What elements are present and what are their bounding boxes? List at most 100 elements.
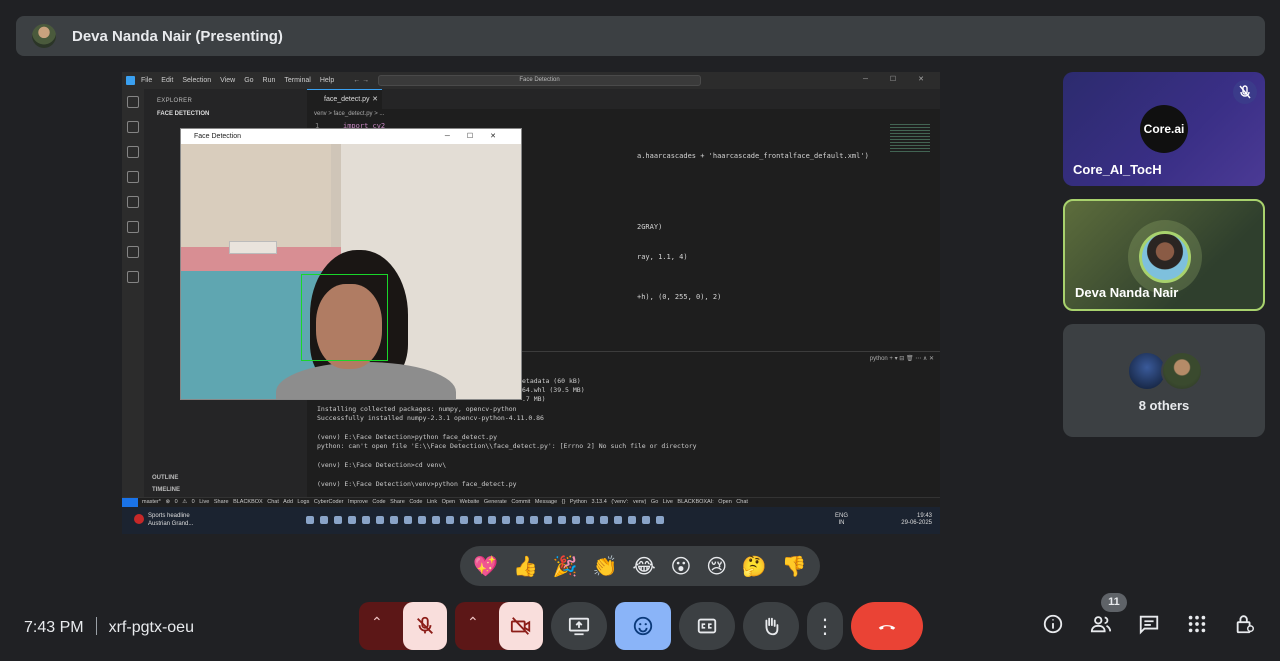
participant-tile-core-ai[interactable]: Core.ai Core_AI_TocH — [1063, 72, 1265, 186]
emoji-button[interactable] — [615, 602, 671, 650]
mic-toggle-button[interactable] — [403, 602, 447, 650]
meeting-code: xrf-pgtx-oeu — [108, 619, 194, 636]
camera-toggle-button[interactable] — [499, 602, 543, 650]
activity-bar — [122, 89, 144, 497]
window-controls-icon: ─☐✕ — [444, 133, 513, 140]
status-items: master* ⊗ 0 ⚠ 0 Live Share BLACKBOX Chat… — [142, 499, 748, 505]
activities-button[interactable] — [1185, 613, 1209, 637]
explorer-title: EXPLORER — [157, 98, 193, 104]
reaction-laugh[interactable]: 😂 — [632, 554, 655, 578]
code-line: +h), (0, 255, 0), 2) — [637, 293, 722, 301]
more-icon: ⋮ — [815, 614, 835, 638]
camera-options-button[interactable]: ⌃ — [467, 614, 479, 631]
terminal-label: python — [869, 356, 888, 362]
lock-person-icon — [1236, 615, 1254, 634]
menu-file: File — [141, 77, 153, 84]
menu-view: View — [220, 77, 236, 84]
taskbar-time: 19:43 — [916, 513, 932, 519]
core-ai-logo: Core.ai — [1140, 105, 1188, 153]
switchboard — [229, 241, 277, 254]
start-icon — [306, 516, 314, 524]
reactions-bar: 💖 👍 🎉 👏 😂 😮 😢 🤔 👎 — [460, 546, 820, 586]
files-icon — [127, 96, 139, 108]
meeting-info: 7:43 PM xrf-pgtx-oeu — [24, 617, 194, 637]
extensions-icon — [127, 196, 139, 208]
breadcrumb: venv > face_detect.py > ... — [314, 111, 385, 117]
terminal-line: Successfully installed numpy-2.3.1 openc… — [317, 414, 544, 422]
app-icon — [432, 516, 440, 524]
task-view-icon — [334, 516, 342, 524]
chat-icon — [1139, 615, 1159, 635]
presenter-bar: Deva Nanda Nair (Presenting) — [16, 16, 1265, 56]
reaction-thinking[interactable]: 🤔 — [742, 554, 767, 578]
presenter-title: Deva Nanda Nair (Presenting) — [72, 27, 283, 45]
menu-run: Run — [262, 77, 276, 84]
present-icon — [568, 617, 590, 636]
project-name: FACE DETECTION — [157, 111, 210, 117]
app-icon — [586, 516, 594, 524]
app-icon — [572, 516, 580, 524]
code-line: 2GRAY) — [637, 223, 663, 231]
others-tile[interactable]: 8 others — [1063, 324, 1265, 437]
more-options-button[interactable]: ⋮ — [807, 602, 843, 650]
people-button[interactable] — [1089, 613, 1113, 637]
vscode-statusbar: master* ⊗ 0 ⚠ 0 Live Share BLACKBOX Chat… — [122, 497, 940, 507]
info-icon — [1043, 614, 1063, 634]
app-icon — [460, 516, 468, 524]
app-icon — [614, 516, 622, 524]
timeline-section: TIMELINE — [152, 487, 180, 493]
reaction-thumbs-down[interactable]: 👎 — [782, 554, 807, 578]
vscode-search: Face Detection — [378, 75, 701, 86]
leave-call-button[interactable] — [851, 602, 923, 650]
app-icon — [502, 516, 510, 524]
participant-tile-deva[interactable]: Deva Nanda Nair — [1063, 199, 1265, 311]
mic-group: ⌃ — [359, 602, 447, 650]
mic-options-button[interactable]: ⌃ — [371, 614, 383, 631]
outline-section: OUTLINE — [152, 475, 179, 481]
avatar — [1139, 231, 1191, 283]
camera-group: ⌃ — [455, 602, 543, 650]
reaction-sad[interactable]: 😢 — [706, 554, 727, 578]
terminal-line: Installing collected packages: numpy, op… — [317, 405, 517, 413]
news-icon — [134, 514, 144, 524]
host-controls-button[interactable] — [1233, 613, 1257, 637]
menu-selection: Selection — [182, 77, 212, 84]
app-icon — [362, 516, 370, 524]
terminal-line: (venv) E:\Face Detection>python face_det… — [317, 433, 498, 441]
reaction-clap[interactable]: 👏 — [593, 554, 618, 578]
present-button[interactable] — [551, 602, 607, 650]
app-icon — [404, 516, 412, 524]
captions-button[interactable] — [679, 602, 735, 650]
taskbar-clock: 19:43 29-06-2025 — [901, 513, 932, 527]
app-icon — [656, 516, 664, 524]
mic-off-icon — [1233, 80, 1257, 104]
people-icon — [1090, 616, 1112, 633]
vscode-logo-icon — [126, 76, 135, 85]
camera-window-titlebar: Face Detection ─☐✕ — [181, 129, 521, 144]
source-control-icon — [127, 146, 139, 158]
reaction-heart[interactable]: 💖 — [473, 554, 498, 578]
app-icon — [544, 516, 552, 524]
app-icon — [628, 516, 636, 524]
meeting-details-button[interactable] — [1041, 613, 1065, 637]
code-line: a.haarcascades + 'haarcascade_frontalfac… — [637, 152, 869, 160]
app-icon — [642, 516, 650, 524]
taskbar-date: 29-06-2025 — [901, 520, 932, 526]
reaction-thumbs-up[interactable]: 👍 — [513, 554, 538, 578]
raise-hand-button[interactable] — [743, 602, 799, 650]
remote-icon — [127, 246, 139, 258]
chat-button[interactable] — [1137, 613, 1161, 637]
reaction-surprised[interactable]: 😮 — [671, 554, 692, 578]
menu-help: Help — [319, 77, 335, 84]
presenter-avatar — [32, 24, 56, 48]
vscode-titlebar: File Edit Selection View Go Run Terminal Help ←… — [122, 72, 940, 89]
news-title: Sports headline — [148, 513, 190, 519]
avatar — [1161, 351, 1203, 391]
code-line: ray, 1.1, 4) — [637, 253, 688, 261]
leave-call-icon — [878, 625, 896, 630]
terminal-line: python: can't open file 'E:\\Face Detect… — [317, 442, 697, 450]
reaction-party[interactable]: 🎉 — [553, 554, 578, 578]
mic-off-icon — [417, 616, 433, 634]
emoji-icon — [633, 616, 653, 636]
windows-taskbar: Sports headline Austrian Grand... ENG IN… — [122, 507, 940, 534]
